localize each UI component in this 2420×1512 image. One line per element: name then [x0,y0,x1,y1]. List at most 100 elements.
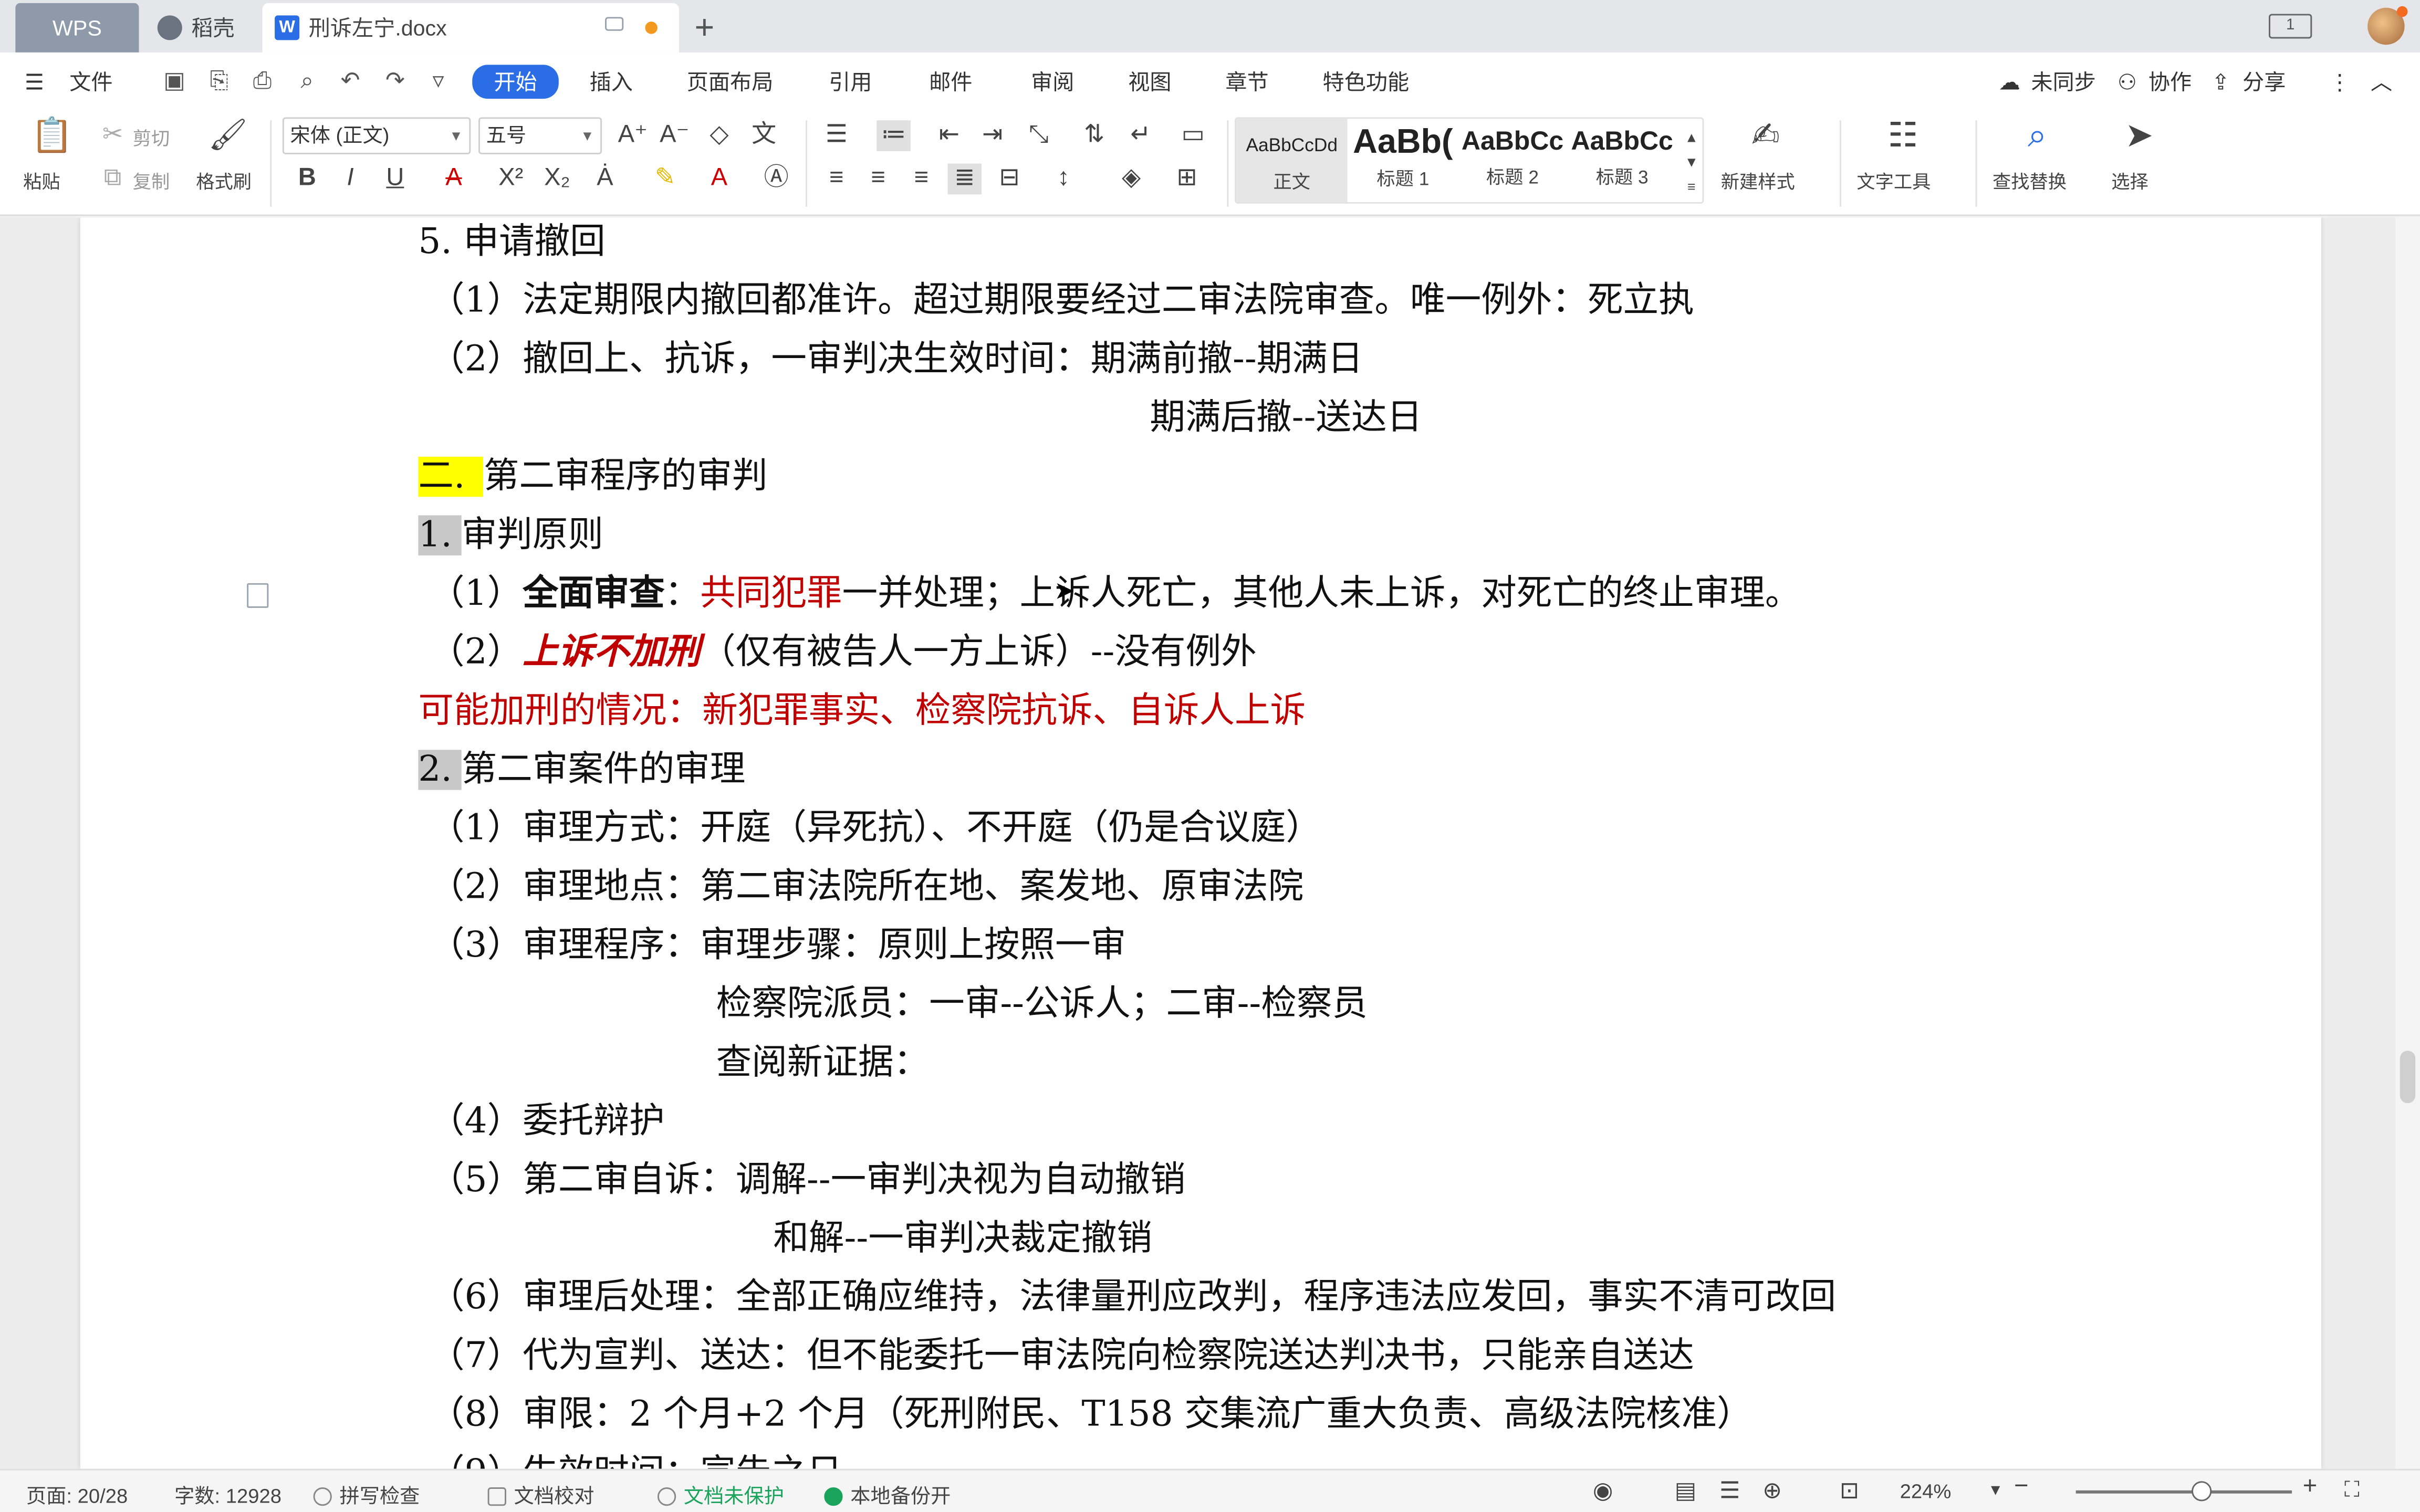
bullet-list-icon[interactable]: ☰ [820,120,854,151]
increase-indent-icon[interactable]: ⇥ [975,120,1009,151]
zoom-level[interactable]: 224% [1900,1479,1952,1503]
grow-font-icon[interactable]: A⁺ [616,120,650,151]
text-tools-button[interactable]: 文字工具 [1856,168,1931,194]
cut-button[interactable]: 剪切 [133,125,170,151]
doc-line[interactable]: （1）全面审查：共同犯罪一并处理；上诉人死亡，其他人未上诉，对死亡的终止审理。 [429,571,1801,617]
italic-icon[interactable]: I [333,164,368,195]
zoom-in-icon[interactable]: + [2303,1474,2317,1502]
select-cursor-icon[interactable]: ➤ [2122,118,2156,152]
doc-line[interactable]: （3）审理程序：审理步骤：原则上按照一审 [429,922,1126,969]
doc-line[interactable]: （6）审理后处理：全部正确应维持，法律量刑应改判，程序违法应发回，事实不清可改回 [429,1274,1836,1320]
word-count[interactable]: 字数: 12928 [174,1479,281,1509]
redo-icon[interactable]: ↷ [381,68,409,96]
page-count[interactable]: 页面: 20/28 [26,1479,128,1509]
subscript-icon[interactable]: X₂ [540,164,575,195]
clear-format-icon[interactable]: ◇ [702,120,736,151]
superscript-icon[interactable]: X² [494,164,528,195]
char-shading-icon[interactable]: Ⓐ [759,164,794,195]
font-color-icon[interactable]: A [702,164,736,195]
strikethrough-icon[interactable]: A [437,164,471,195]
undo-icon[interactable]: ↶ [337,68,364,96]
collab-button[interactable]: 协作 [2148,66,2192,97]
align-left-icon[interactable]: ≡ [820,164,854,195]
doc-heading[interactable]: 1. 审判原则 [418,512,603,559]
table-tools-icon[interactable]: ▭ [1176,120,1210,151]
export-pdf-icon[interactable]: ⎘ [205,68,233,96]
new-style-button[interactable]: 新建样式 [1721,168,1795,194]
zoom-out-icon[interactable]: − [2014,1474,2028,1502]
doc-line[interactable]: 5. 申请撤回 [418,219,605,265]
zoom-slider[interactable] [2075,1490,2292,1494]
text-tools-icon[interactable]: ☷ [1886,118,1920,152]
highlight-icon[interactable]: ✎ [648,164,682,195]
tab-insert[interactable]: 插入 [590,66,633,97]
eye-protection-icon[interactable]: ◉ [1593,1476,1613,1504]
chinese-layout-icon[interactable]: ⤡ [1021,120,1056,151]
distribute-icon[interactable]: ⊟ [993,164,1027,195]
paste-button[interactable]: 粘贴 [23,168,60,194]
doc-line[interactable]: 检察院派员：一审--公诉人；二审--检察员 [716,981,1368,1027]
tab-document[interactable]: W 刑诉左宁.docx [262,3,680,52]
web-view-icon[interactable]: ⊕ [1762,1476,1782,1504]
vertical-scrollbar[interactable] [2395,217,2420,1469]
doc-line[interactable]: （7）代为宣判、送达：但不能委托一审法院向检察院送达判决书，只能亲自送达 [429,1333,1694,1379]
doc-line[interactable]: （2）审理地点：第二审法院所在地、案发地、原审法院 [429,864,1303,910]
customize-dropdown-icon[interactable]: ▿ [424,68,452,96]
tab-references[interactable]: 引用 [829,66,872,97]
share-icon[interactable]: ⇪ [2212,66,2229,97]
print-icon[interactable]: ⎙ [248,68,276,96]
text-effect-icon[interactable]: Ȧ [588,164,622,195]
tab-special-features[interactable]: 特色功能 [1323,66,1410,97]
font-name-select[interactable]: 宋体 (正文) ▼ [282,117,471,154]
bold-icon[interactable]: B [290,164,324,195]
phonetic-guide-icon[interactable]: 文 [747,120,781,151]
numbered-list-icon[interactable]: ≔ [877,120,911,152]
hamburger-icon[interactable]: ☰ [25,66,44,97]
fullscreen-icon[interactable]: ⛶ [2344,1476,2360,1503]
doc-line[interactable]: 期满后撤--送达日 [1150,395,1422,441]
doc-line[interactable]: （4）委托辩护 [429,1098,665,1144]
new-tab-button[interactable]: + [694,3,725,52]
format-painter-icon[interactable]: 🖌 [208,120,248,151]
style-heading-2[interactable]: AaBbCc 标题 2 [1458,119,1567,202]
doc-line[interactable]: （2）撤回上、抗诉，一审判决生效时间：期满前撤--期满日 [429,337,1363,383]
new-style-icon[interactable]: ✍ [1749,118,1783,152]
tab-mailings[interactable]: 邮件 [929,66,972,97]
paste-icon[interactable]: 📋 [31,118,74,152]
select-button[interactable]: 选择 [2111,168,2148,194]
unsync-status[interactable]: 未同步 [2031,66,2095,97]
doc-proofread[interactable]: 文档校对 [487,1479,594,1509]
font-size-select[interactable]: 五号 ▼ [478,117,602,154]
sort-icon[interactable]: ⇅ [1077,120,1111,151]
doc-line-red[interactable]: 可能加刑的情况：新犯罪事实、检察院抗诉、自诉人上诉 [418,688,1306,734]
collapse-ribbon-icon[interactable]: ︿ [2371,66,2392,97]
borders-icon[interactable]: ⊞ [1170,164,1204,195]
line-spacing-icon[interactable]: ↕ [1047,164,1081,195]
document-page[interactable]: 5. 申请撤回 （1）法定期限内撤回都准许。超过期限要经过二审法院审查。唯一例外… [80,217,2321,1469]
fit-width-icon[interactable]: ⊡ [1840,1476,1859,1504]
doc-heading[interactable]: 二. 第二审程序的审判 [418,454,768,500]
find-replace-button[interactable]: 查找替换 [1993,168,2067,194]
align-center-icon[interactable]: ≡ [861,164,895,195]
tab-daoke[interactable]: 稻壳 [148,3,256,52]
doc-heading[interactable]: 2. 第二审案件的审理 [418,747,745,793]
doc-line[interactable]: （1）法定期限内撤回都准许。超过期限要经过二审法院审查。唯一例外：死立执 [429,278,1694,324]
copy-button[interactable]: 复制 [133,168,170,194]
local-backup[interactable]: 本地备份开 [824,1479,951,1509]
tab-wps-home[interactable]: WPS [15,3,139,52]
scrollbar-thumb[interactable] [2400,1051,2416,1104]
paragraph-layout-icon[interactable] [247,583,269,608]
doc-line[interactable]: 和解--一审判决裁定撤销 [773,1216,1152,1262]
outline-view-icon[interactable]: ☰ [1719,1476,1740,1504]
format-painter-button[interactable]: 格式刷 [196,168,252,194]
style-heading-1[interactable]: AaBb( 标题 1 [1350,119,1455,202]
doc-line[interactable]: 查阅新证据： [716,1040,930,1086]
doc-line[interactable]: （1）审理方式：开庭（异死抗）、不开庭（仍是合议庭） [429,805,1321,852]
share-button[interactable]: 分享 [2242,66,2286,97]
decrease-indent-icon[interactable]: ⇤ [932,120,966,151]
page-view-icon[interactable]: ▤ [1675,1476,1697,1504]
underline-icon[interactable]: U [378,164,412,195]
avatar[interactable] [2367,6,2408,45]
tab-home[interactable]: 开始 [472,65,559,99]
tab-review[interactable]: 审阅 [1031,66,1074,97]
